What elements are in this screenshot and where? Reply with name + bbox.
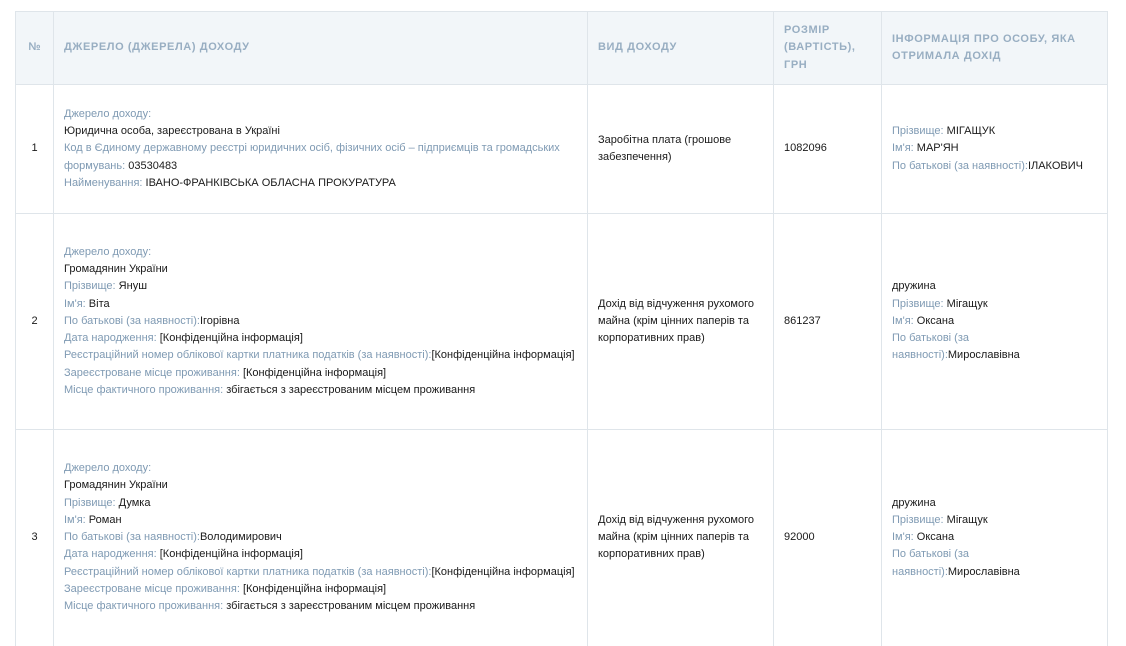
recipient-surname-label: Прізвище: [892, 297, 944, 310]
edrpou-code: 03530483 [128, 159, 178, 172]
income-source-cell: Джерело доходу: Юридична особа, зареєстр… [53, 84, 588, 214]
recipient-patronymic: ІЛАКОВИЧ [1027, 159, 1083, 172]
tax-number: [Конфіденційна інформація] [431, 565, 575, 578]
income-source-cell: Джерело доходу: Громадянин України Прізв… [53, 213, 588, 430]
income-table: № ДЖЕРЕЛО (ДЖЕРЕЛА) ДОХОДУ ВИД ДОХОДУ РО… [15, 11, 1108, 646]
income-type-cell: Дохід від відчуження рухомого майна (крі… [587, 213, 774, 430]
recipient-info-cell: дружина Прізвище: Мігащук Ім'я: Оксана П… [881, 429, 1108, 646]
table-row: 2 Джерело доходу: Громадянин України Прі… [15, 213, 1108, 430]
actual-address: збігається з зареєстрованим місцем прожи… [226, 384, 476, 397]
table-header-row: № ДЖЕРЕЛО (ДЖЕРЕЛА) ДОХОДУ ВИД ДОХОДУ РО… [15, 11, 1108, 85]
recipient-surname: МІГАЩУК [946, 125, 996, 138]
header-recipient-info: ІНФОРМАЦІЯ ПРО ОСОБУ, ЯКА ОТРИМАЛА ДОХІД [881, 11, 1108, 85]
recipient-firstname: Оксана [916, 531, 955, 544]
source-patronymic-label: По батькові (за наявності): [64, 314, 200, 327]
source-label: Джерело доходу: [64, 107, 152, 120]
income-table-container: № ДЖЕРЕЛО (ДЖЕРЕЛА) ДОХОДУ ВИД ДОХОДУ РО… [15, 11, 1108, 646]
actual-address-label: Місце фактичного проживання: [64, 384, 224, 397]
birth-date-label: Дата народження: [64, 332, 157, 345]
source-patronymic-label: По батькові (за наявності): [64, 531, 200, 544]
income-amount-cell: 861237 [773, 213, 882, 430]
income-amount-cell: 1082096 [773, 84, 882, 214]
source-patronymic: Ігорівна [199, 314, 240, 327]
recipient-surname: Мігащук [946, 297, 988, 310]
tax-number-label: Реєстраційний номер облікової картки пла… [64, 349, 432, 362]
recipient-surname: Мігащук [946, 513, 988, 526]
source-surname-label: Прізвище: [64, 496, 116, 509]
recipient-firstname-label: Ім'я: [892, 531, 914, 544]
source-firstname: Віта [88, 297, 110, 310]
recipient-firstname: МАР'ЯН [916, 142, 959, 155]
income-type-cell: Дохід від відчуження рухомого майна (крі… [587, 429, 774, 646]
source-firstname: Роман [88, 513, 122, 526]
registered-address: [Конфіденційна інформація] [242, 366, 387, 379]
registered-address-label: Зареєстроване місце проживання: [64, 366, 240, 379]
source-patronymic: Володимирович [199, 531, 282, 544]
header-number: № [15, 11, 54, 85]
income-amount-cell: 92000 [773, 429, 882, 646]
source-firstname-label: Ім'я: [64, 297, 86, 310]
source-label: Джерело доходу: [64, 245, 152, 258]
source-kind: Громадянин України [64, 479, 168, 492]
tax-number-label: Реєстраційний номер облікової картки пла… [64, 565, 432, 578]
header-income-source: ДЖЕРЕЛО (ДЖЕРЕЛА) ДОХОДУ [53, 11, 588, 85]
recipient-relation: дружина [892, 496, 936, 509]
table-row: 3 Джерело доходу: Громадянин України Прі… [15, 429, 1108, 646]
source-label: Джерело доходу: [64, 461, 152, 474]
recipient-relation: дружина [892, 280, 936, 293]
organization-name-label: Найменування: [64, 176, 143, 189]
recipient-surname-label: Прізвище: [892, 125, 944, 138]
source-surname-label: Прізвище: [64, 280, 116, 293]
row-number: 3 [15, 429, 54, 646]
header-amount: РОЗМІР (ВАРТІСТЬ), ГРН [773, 11, 882, 85]
source-kind: Юридична особа, зареєстрована в Україні [64, 125, 280, 138]
birth-date: [Конфіденційна інформація] [159, 332, 303, 345]
income-type-cell: Заробітна плата (грошове забезпечення) [587, 84, 774, 214]
header-income-type: ВИД ДОХОДУ [587, 11, 774, 85]
table-row: 1 Джерело доходу: Юридична особа, зареєс… [15, 84, 1108, 214]
recipient-patronymic: Мирославівна [947, 349, 1020, 362]
tax-number: [Конфіденційна інформація] [431, 349, 575, 362]
income-source-cell: Джерело доходу: Громадянин України Прізв… [53, 429, 588, 646]
recipient-info-cell: Прізвище: МІГАЩУК Ім'я: МАР'ЯН По батько… [881, 84, 1108, 214]
source-surname: Думка [118, 496, 151, 509]
recipient-patronymic-label: По батькові (за наявності): [892, 159, 1028, 172]
recipient-firstname-label: Ім'я: [892, 314, 914, 327]
actual-address: збігається з зареєстрованим місцем прожи… [226, 600, 476, 613]
source-firstname-label: Ім'я: [64, 513, 86, 526]
recipient-firstname: Оксана [916, 314, 955, 327]
recipient-surname-label: Прізвище: [892, 513, 944, 526]
birth-date-label: Дата народження: [64, 548, 157, 561]
recipient-firstname-label: Ім'я: [892, 142, 914, 155]
source-kind: Громадянин України [64, 262, 168, 275]
birth-date: [Конфіденційна інформація] [159, 548, 303, 561]
registered-address-label: Зареєстроване місце проживання: [64, 582, 240, 595]
registered-address: [Конфіденційна інформація] [242, 582, 387, 595]
actual-address-label: Місце фактичного проживання: [64, 600, 224, 613]
source-surname: Януш [118, 280, 148, 293]
row-number: 1 [15, 84, 54, 214]
row-number: 2 [15, 213, 54, 430]
organization-name: ІВАНО-ФРАНКІВСЬКА ОБЛАСНА ПРОКУРАТУРА [145, 176, 396, 189]
recipient-patronymic: Мирославівна [947, 565, 1020, 578]
recipient-info-cell: дружина Прізвище: Мігащук Ім'я: Оксана П… [881, 213, 1108, 430]
